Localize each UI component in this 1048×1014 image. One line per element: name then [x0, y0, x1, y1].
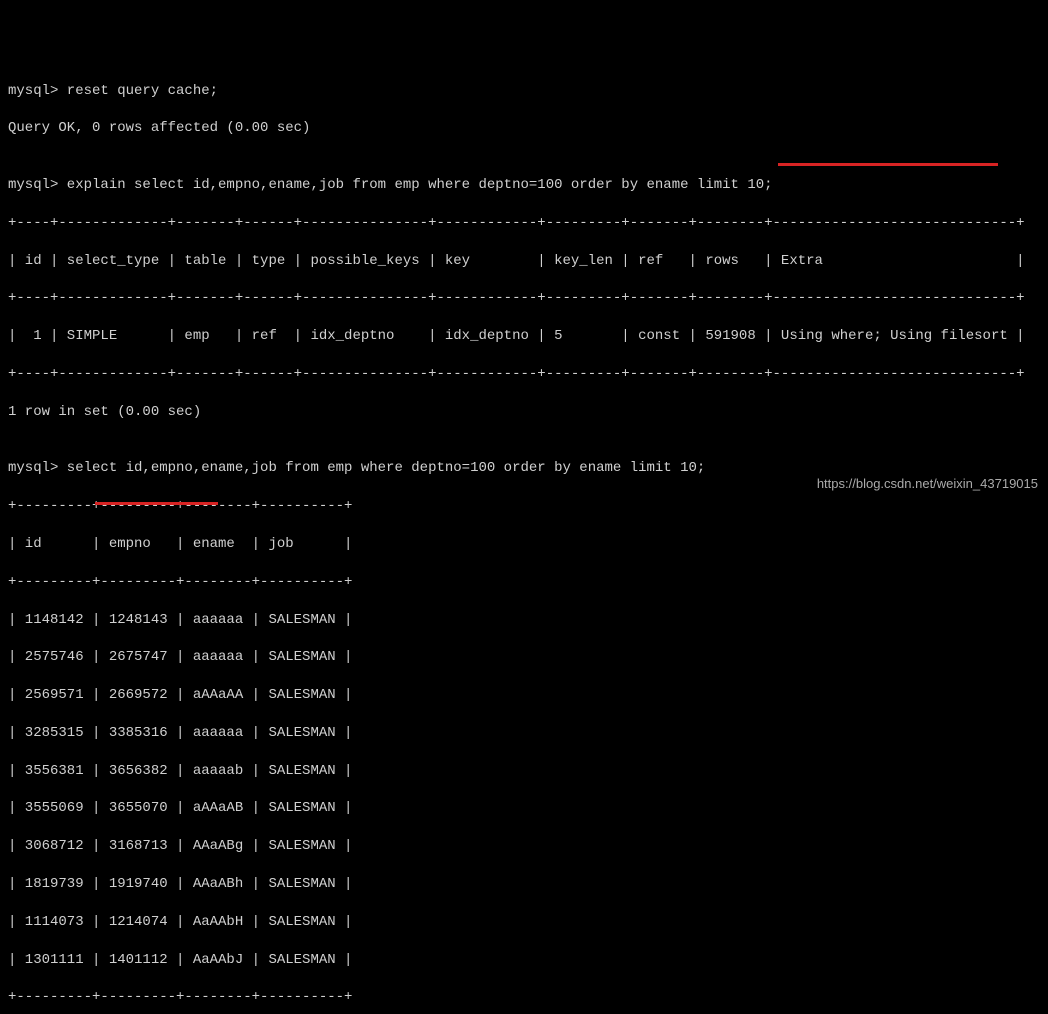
- term-line-data-row: | 1148142 | 1248143 | aaaaaa | SALESMAN …: [8, 611, 1040, 630]
- term-line-data-row: | 3555069 | 3655070 | aAAaAB | SALESMAN …: [8, 799, 1040, 818]
- term-line-tblhdr-select: | id | empno | ename | job |: [8, 535, 1040, 554]
- term-line-prompt-explain: mysql> explain select id,empno,ename,job…: [8, 176, 1040, 195]
- term-line-tblsep: +---------+---------+--------+----------…: [8, 988, 1040, 1007]
- term-line-tblsep: +----+-------------+-------+------+-----…: [8, 214, 1040, 233]
- term-line-explain-footer: 1 row in set (0.00 sec): [8, 403, 1040, 422]
- highlight-underline-timing: [95, 502, 218, 505]
- term-line-tblsep: +----+-------------+-------+------+-----…: [8, 365, 1040, 384]
- term-line-data-row: | 3556381 | 3656382 | aaaaab | SALESMAN …: [8, 762, 1040, 781]
- term-line-data-row: | 1819739 | 1919740 | AAaABh | SALESMAN …: [8, 875, 1040, 894]
- term-line-reset-result: Query OK, 0 rows affected (0.00 sec): [8, 119, 1040, 138]
- term-line-prompt-reset: mysql> reset query cache;: [8, 82, 1040, 101]
- term-line-data-row: | 2575746 | 2675747 | aaaaaa | SALESMAN …: [8, 648, 1040, 667]
- highlight-underline-extra: [778, 163, 998, 166]
- term-line-data-row: | 1301111 | 1401112 | AaAAbJ | SALESMAN …: [8, 951, 1040, 970]
- term-line-data-row: | 2569571 | 2669572 | aAAaAA | SALESMAN …: [8, 686, 1040, 705]
- term-line-tblhdr-explain: | id | select_type | table | type | poss…: [8, 252, 1040, 271]
- term-line-data-row: | 1114073 | 1214074 | AaAAbH | SALESMAN …: [8, 913, 1040, 932]
- term-line-explain-row: | 1 | SIMPLE | emp | ref | idx_deptno | …: [8, 327, 1040, 346]
- term-line-data-row: | 3285315 | 3385316 | aaaaaa | SALESMAN …: [8, 724, 1040, 743]
- term-line-data-row: | 3068712 | 3168713 | AAaABg | SALESMAN …: [8, 837, 1040, 856]
- watermark-url: https://blog.csdn.net/weixin_43719015: [817, 475, 1038, 493]
- term-line-tblsep: +---------+---------+--------+----------…: [8, 573, 1040, 592]
- term-line-tblsep: +----+-------------+-------+------+-----…: [8, 289, 1040, 308]
